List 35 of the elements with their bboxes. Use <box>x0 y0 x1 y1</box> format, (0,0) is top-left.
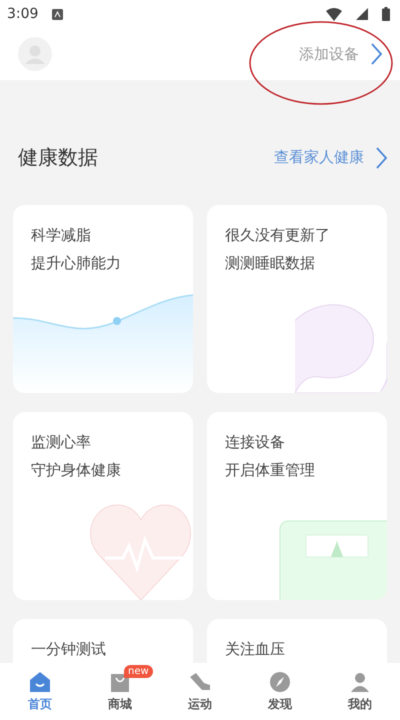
new-badge: new <box>124 665 153 678</box>
wifi-icon <box>326 8 342 20</box>
card-text: 科学减脂 <box>31 225 92 246</box>
battery-icon <box>382 7 390 21</box>
health-card[interactable]: 连接设备 开启体重管理 <box>207 412 387 600</box>
health-card[interactable]: 一分钟测试 <box>13 619 193 663</box>
card-text: 监测心率 <box>31 432 92 453</box>
person-icon <box>349 670 371 692</box>
card-text: 守护身体健康 <box>31 460 122 481</box>
compass-icon <box>269 670 291 692</box>
card-text: 关注血压 <box>225 639 286 660</box>
health-card[interactable]: 科学减脂 提升心肺能力 <box>13 205 193 393</box>
card-text: 开启体重管理 <box>225 460 316 481</box>
signal-icon <box>356 8 368 20</box>
home-icon <box>29 670 51 692</box>
chevron-right-icon <box>371 43 382 65</box>
card-text: 一分钟测试 <box>31 639 107 660</box>
nav-tab[interactable]: 首页 <box>0 663 80 720</box>
card-text: 连接设备 <box>225 432 286 453</box>
card-text: 测测睡眠数据 <box>225 253 316 274</box>
avatar-icon[interactable] <box>18 37 52 71</box>
nav-tab[interactable]: 发现 <box>240 663 320 720</box>
nav-tab[interactable]: 运动 <box>160 663 240 720</box>
chevron-right-icon <box>376 146 387 168</box>
health-card[interactable]: 监测心率 守护身体健康 <box>13 412 193 600</box>
notification-icon <box>52 8 64 20</box>
nav-tab[interactable]: 我的 <box>320 663 400 720</box>
section-title: 健康数据 <box>18 144 98 171</box>
health-card[interactable]: 很久没有更新了 测测睡眠数据 <box>207 205 387 393</box>
health-card[interactable]: 关注血压 <box>207 619 387 663</box>
status-time: 3:09 <box>7 6 38 22</box>
card-text: 很久没有更新了 <box>225 225 331 246</box>
card-text: 提升心肺能力 <box>31 253 122 274</box>
nav-tab[interactable]: new 商城 <box>80 663 160 720</box>
scale-icon <box>279 520 387 600</box>
